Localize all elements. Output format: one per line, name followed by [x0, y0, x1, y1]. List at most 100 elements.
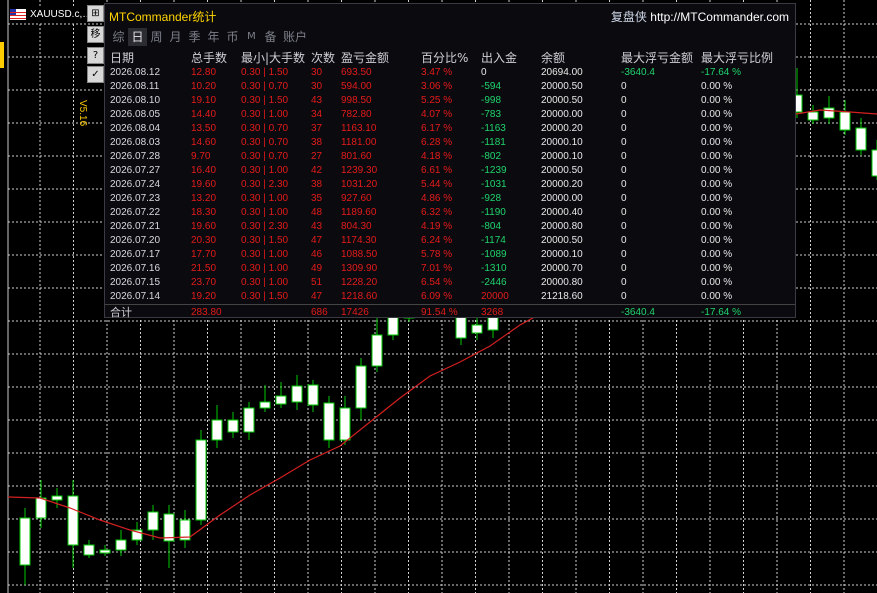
table-cell: 30: [311, 67, 323, 78]
table-cell: 782.80: [341, 109, 372, 120]
period-tabs: 综日周月季年币 M 备账户: [109, 28, 310, 46]
totals-cell: 17426: [341, 307, 369, 318]
tab-5[interactable]: 年: [204, 28, 223, 46]
table-cell: -802: [481, 151, 502, 162]
table-row: 2026.08.11 10.20 0.30 | 0.70 30 594.00 3.06 %…: [105, 80, 795, 94]
table-cell: 998.50: [341, 95, 372, 106]
table-cell: 594.00: [341, 81, 372, 92]
table-cell: 2026.07.17: [110, 249, 161, 260]
table-cell: 927.60: [341, 193, 372, 204]
totals-cell: -3640.4: [621, 307, 655, 318]
table-cell: 1163.10: [341, 123, 377, 134]
table-cell: 0: [481, 67, 487, 78]
table-cell: 0.30 | 1.50: [241, 67, 289, 78]
tab-4[interactable]: 季: [185, 28, 204, 46]
table-cell: 20000: [481, 291, 509, 302]
tab-3[interactable]: 月: [166, 28, 185, 46]
table-row: 2026.07.14 19.20 0.30 | 1.50 47 1218.60 6.09 …: [105, 290, 795, 304]
table-cell: 0.30 | 0.70: [241, 81, 289, 92]
tab-8[interactable]: 备: [261, 28, 280, 46]
tab-0[interactable]: 综: [109, 28, 128, 46]
table-cell: 9.70: [191, 151, 211, 162]
table-cell: -1310: [481, 263, 507, 274]
table-cell: 693.50: [341, 67, 372, 78]
totals-cell: 91.54 %: [421, 307, 458, 318]
table-row: 2026.07.24 19.60 0.30 | 2.30 38 1031.20 5.44 …: [105, 178, 795, 192]
site-link[interactable]: 复盘侠 http://MTCommander.com: [611, 8, 789, 25]
table-cell: 0.00 %: [701, 235, 733, 246]
tab-7[interactable]: M: [242, 28, 261, 46]
table-cell: 0: [621, 137, 627, 148]
table-cell: 2026.08.10: [110, 95, 161, 106]
confirm-button[interactable]: ✓: [87, 66, 104, 83]
table-cell: -928: [481, 193, 502, 204]
table-cell: 0.30 | 1.00: [241, 249, 289, 260]
table-cell: 19.60: [191, 179, 217, 190]
table-cell: 1031.20: [341, 179, 378, 190]
table-cell: 2026.07.16: [110, 263, 161, 274]
candle-body: [147, 511, 159, 531]
table-cell: 0.00 %: [701, 193, 733, 204]
table-cell: 0.30 | 1.50: [241, 235, 289, 246]
candle-body: [855, 127, 867, 151]
table-cell: 20000.50: [541, 81, 583, 92]
table-cell: 6.28 %: [421, 137, 453, 148]
table-cell: 5.78 %: [421, 249, 453, 260]
table-cell: 20000.00: [541, 193, 583, 204]
table-cell: 0.00 %: [701, 291, 733, 302]
tab-6[interactable]: 币: [223, 28, 242, 46]
move-button[interactable]: 移: [87, 26, 104, 43]
table-cell: 0: [621, 151, 627, 162]
tab-1[interactable]: 日: [128, 28, 147, 46]
candle-body: [807, 111, 819, 121]
table-cell: 7.01 %: [421, 263, 453, 274]
table-cell: 0.00 %: [701, 263, 733, 274]
table-cell: 20000.50: [541, 95, 583, 106]
table-cell: 0.00 %: [701, 151, 733, 162]
candle-body: [83, 544, 95, 556]
table-cell: 0: [621, 263, 627, 274]
header-cell: 最大浮亏金额: [621, 51, 694, 65]
grid-toggle-button[interactable]: ⊞: [87, 5, 104, 22]
table-cell: 2026.08.11: [110, 81, 160, 92]
table-cell: 0.00 %: [701, 81, 733, 92]
table-cell: 47: [311, 291, 323, 302]
header-cell: 总手数: [191, 51, 228, 65]
stats-table: 日期 总手数 最小|大手数 次数 盈亏金额 百分比% 出入金 余额 最大浮亏金额 最大浮亏比例 20…: [105, 50, 795, 320]
table-cell: -1190: [481, 207, 506, 218]
candle-body: [291, 385, 303, 403]
table-cell: 0: [621, 123, 627, 134]
table-cell: 0: [621, 109, 627, 120]
tab-9[interactable]: 账户: [280, 28, 310, 46]
help-button[interactable]: ?: [87, 47, 104, 64]
header-cell: 次数: [311, 51, 336, 65]
table-cell: 0.30 | 0.70: [241, 123, 289, 134]
header-cell: 盈亏金额: [341, 51, 390, 65]
candle-body: [839, 111, 851, 131]
table-cell: 38: [311, 179, 323, 190]
table-cell: 14.40: [191, 109, 217, 120]
table-cell: 4.86 %: [421, 193, 453, 204]
table-cell: 0: [621, 179, 627, 190]
candle-body: [211, 419, 223, 441]
tab-2[interactable]: 周: [147, 28, 166, 46]
table-cell: 2026.07.23: [110, 193, 161, 204]
table-cell: 43: [311, 95, 323, 106]
left-marker: [0, 42, 4, 68]
table-cell: 20694.00: [541, 67, 583, 78]
stats-panel: MTCommander统计 复盘侠 http://MTCommander.com…: [104, 3, 796, 320]
table-cell: 20000.80: [541, 221, 583, 232]
table-cell: 20000.50: [541, 235, 583, 246]
table-cell: 14.60: [191, 137, 217, 148]
version-label: V5.16: [77, 100, 88, 127]
table-cell: 0.30 | 1.50: [241, 95, 289, 106]
table-row: 2026.07.16 21.50 0.30 | 1.00 49 1309.90 7.01 …: [105, 262, 795, 276]
link-url[interactable]: http://MTCommander.com: [650, 10, 789, 24]
table-cell: 20000.20: [541, 123, 583, 134]
table-cell: 20000.10: [541, 249, 583, 260]
totals-row: 合计 283.80 686 17426 91.54 % 3268 -3640.4 -17.64…: [105, 304, 795, 320]
table-cell: 0: [621, 291, 627, 302]
table-cell: 3.06 %: [421, 81, 453, 92]
table-cell: 4.18 %: [421, 151, 453, 162]
table-cell: 23.70: [191, 277, 217, 288]
